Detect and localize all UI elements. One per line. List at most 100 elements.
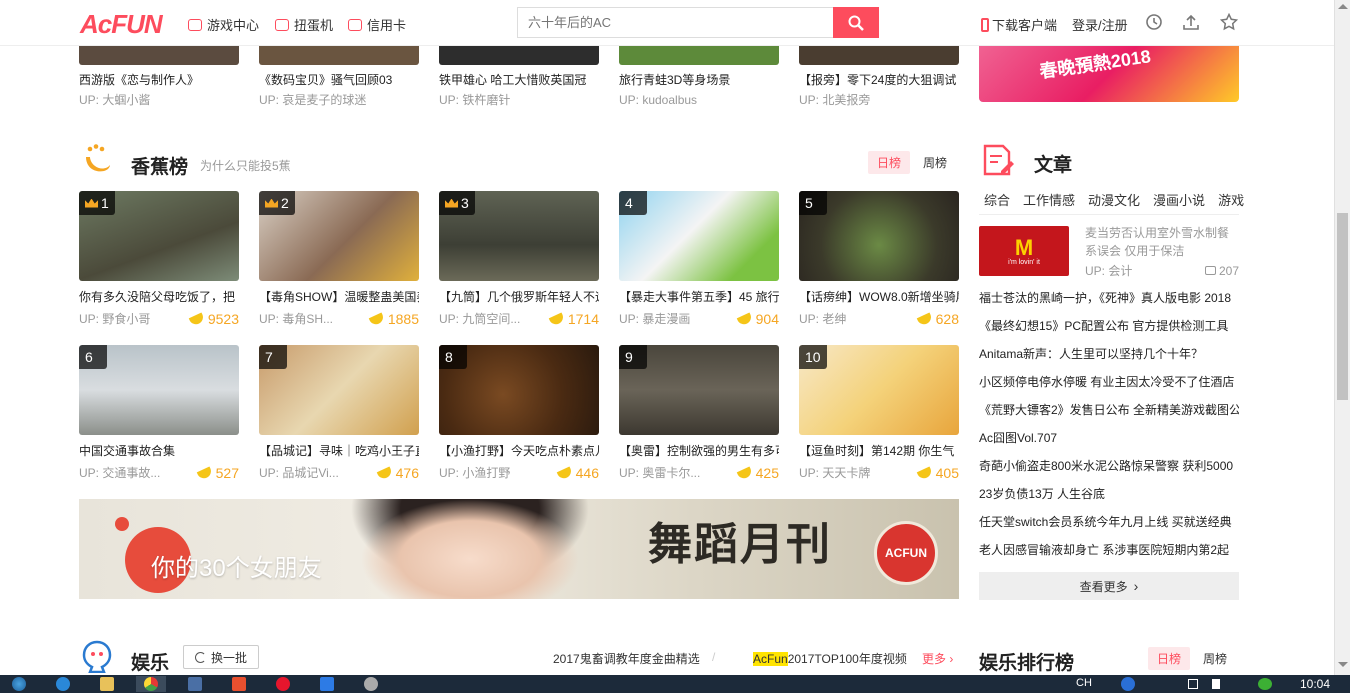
video-thumbnail[interactable]: 7 <box>259 345 419 435</box>
nav-game-center[interactable]: 游戏中心 <box>188 15 259 34</box>
article-item[interactable]: 福士苍汰的黑崎一护，《死神》真人版电影 2018 <box>979 288 1239 316</box>
article-author[interactable]: UP: 会计 <box>1085 262 1132 279</box>
video-title[interactable]: 西游版《恋与制作人》 <box>79 72 239 88</box>
ranked-video-card[interactable]: 5 【话痨绅】WOW8.0新增坐骑展 UP: 老绅 628 <box>799 191 959 327</box>
video-title[interactable]: 【暴走大事件第五季】45 旅行 <box>619 289 779 305</box>
video-thumbnail[interactable] <box>799 46 959 65</box>
network-icon[interactable] <box>1188 679 1198 689</box>
mcdonalds-thumbnail[interactable]: M i'm lovin' it <box>979 226 1069 276</box>
help-icon[interactable] <box>1121 677 1135 691</box>
video-thumbnail[interactable]: 10 <box>799 345 959 435</box>
video-uploader[interactable]: UP: 九筒空间... <box>439 311 520 327</box>
video-thumbnail[interactable]: 4 <box>619 191 779 281</box>
video-uploader[interactable]: UP: 交通事故... <box>79 465 160 481</box>
video-title[interactable]: 中国交通事故合集 <box>79 443 239 459</box>
featured-article[interactable]: M i'm lovin' it 麦当劳否认用室外雪水制餐系误会 仅用于保洁 UP… <box>979 226 1239 280</box>
tab-weekly[interactable]: 周榜 <box>914 151 956 174</box>
spring-festival-banner[interactable]: 春晚預熱2018 <box>979 46 1239 102</box>
video-uploader[interactable]: UP: kudoalbus <box>619 92 779 108</box>
star-favorite-icon[interactable] <box>1220 13 1238 31</box>
article-item[interactable]: Ac囧图Vol.707 <box>979 428 1239 456</box>
video-title[interactable]: 【话痨绅】WOW8.0新增坐骑展 <box>799 289 959 305</box>
video-thumbnail[interactable]: 8 <box>439 345 599 435</box>
vertical-scrollbar[interactable] <box>1334 0 1350 675</box>
tab-daily[interactable]: 日榜 <box>868 151 911 174</box>
video-uploader[interactable]: UP: 大蝈小酱 <box>79 92 239 108</box>
video-title[interactable]: 铁甲雄心 哈工大惜败英国冠 <box>439 72 599 88</box>
tab-games[interactable]: 游戏 <box>1218 190 1244 209</box>
video-title[interactable]: 【奥雷】控制欲强的男生有多可 <box>619 443 779 459</box>
video-uploader[interactable]: UP: 老绅 <box>799 311 846 327</box>
weibo-icon[interactable] <box>268 676 298 692</box>
video-thumbnail[interactable]: 1 <box>79 191 239 281</box>
upload-icon[interactable] <box>1182 13 1200 31</box>
video-card[interactable]: 旅行青蛙3D等身场景 UP: kudoalbus <box>619 46 779 108</box>
video-title[interactable]: 【品城记】寻味｜吃鸡小王子直 <box>259 443 419 459</box>
video-title[interactable]: 【小渔打野】今天吃点朴素点儿 <box>439 443 599 459</box>
tab-work-emotion[interactable]: 工作情感 <box>1023 190 1075 209</box>
scroll-up-arrow-icon[interactable] <box>1338 4 1348 9</box>
video-thumbnail[interactable] <box>619 46 779 65</box>
search-input[interactable] <box>517 7 833 38</box>
video-title[interactable]: 【报旁】零下24度的大狙调试 <box>799 72 959 88</box>
view-more-button[interactable]: 查看更多 › <box>979 572 1239 600</box>
video-thumbnail[interactable] <box>79 46 239 65</box>
featured-article-title[interactable]: 麦当劳否认用室外雪水制餐系误会 仅用于保洁 <box>1085 224 1239 260</box>
login-register-link[interactable]: 登录/注册 <box>1072 15 1128 34</box>
scroll-down-arrow-icon[interactable] <box>1338 662 1348 667</box>
article-item[interactable]: 23岁负债13万 人生谷底 <box>979 484 1239 512</box>
input-language[interactable]: CH <box>1076 677 1092 689</box>
video-uploader[interactable]: UP: 北美报旁 <box>799 92 959 108</box>
ranked-video-card[interactable]: 4 【暴走大事件第五季】45 旅行 UP: 暴走漫画 904 <box>619 191 779 327</box>
article-item[interactable]: 《荒野大镖客2》发售日公布 全新精美游戏截图公 <box>979 400 1239 428</box>
nav-credit-card[interactable]: 信用卡 <box>348 15 406 34</box>
video-uploader[interactable]: UP: 暴走漫画 <box>619 311 690 327</box>
video-title[interactable]: 【毒角SHOW】温暖整蛊美国养 <box>259 289 419 305</box>
search-button[interactable] <box>833 7 879 38</box>
history-clock-icon[interactable] <box>1145 13 1163 31</box>
settings-gear-icon[interactable] <box>356 676 386 692</box>
article-item[interactable]: 小区频停电停水停暖 有业主因太冷受不了住酒店 <box>979 372 1239 400</box>
video-thumbnail[interactable]: 2 <box>259 191 419 281</box>
article-item[interactable]: 老人因感冒输液却身亡 系涉事医院短期内第2起 <box>979 540 1239 568</box>
ranked-video-card[interactable]: 2 【毒角SHOW】温暖整蛊美国养 UP: 毒角SH... 1885 <box>259 191 419 327</box>
tab-daily[interactable]: 日榜 <box>1148 647 1191 670</box>
article-item[interactable]: Anitama新声：人生里可以坚持几个十年？ <box>979 344 1239 372</box>
video-uploader[interactable]: UP: 毒角SH... <box>259 311 333 327</box>
swap-batch-button[interactable]: 换一批 <box>183 645 259 669</box>
app-icon[interactable] <box>180 676 210 692</box>
start-button[interactable] <box>4 676 34 692</box>
promo-link[interactable]: 2017鬼畜调教年度金曲精选 <box>553 650 700 667</box>
video-title[interactable]: 你有多久没陪父母吃饭了，把 <box>79 289 239 305</box>
video-uploader[interactable]: UP: 奥雷卡尔... <box>619 465 700 481</box>
tab-weekly[interactable]: 周榜 <box>1194 647 1236 670</box>
article-item[interactable]: 《最终幻想15》PC配置公布 官方提供检测工具 <box>979 316 1239 344</box>
video-uploader[interactable]: UP: 野食小哥 <box>79 311 150 327</box>
app-icon[interactable] <box>312 676 342 692</box>
chrome-browser-icon[interactable] <box>136 676 166 692</box>
more-link[interactable]: 更多 › <box>922 650 953 667</box>
video-thumbnail[interactable] <box>439 46 599 65</box>
video-thumbnail[interactable]: 5 <box>799 191 959 281</box>
promo-link[interactable]: AcFun2017TOP100年度视频 <box>753 650 907 667</box>
video-uploader[interactable]: UP: 小渔打野 <box>439 465 510 481</box>
nav-gacha[interactable]: 扭蛋机 <box>275 15 333 34</box>
video-thumbnail[interactable] <box>259 46 419 65</box>
tab-general[interactable]: 综合 <box>984 190 1010 209</box>
wechat-icon[interactable] <box>1258 678 1272 690</box>
video-card[interactable]: 【报旁】零下24度的大狙调试 UP: 北美报旁 <box>799 46 959 108</box>
video-uploader[interactable]: UP: 哀是麦子的球迷 <box>259 92 419 108</box>
download-client-link[interactable]: 下载客户端 <box>981 15 1057 34</box>
volume-icon[interactable] <box>1212 679 1220 689</box>
ranked-video-card[interactable]: 3 【九筒】几个俄罗斯年轻人不远 UP: 九筒空间... 1714 <box>439 191 599 327</box>
video-uploader[interactable]: UP: 天天卡牌 <box>799 465 870 481</box>
ranked-video-card[interactable]: 7 【品城记】寻味｜吃鸡小王子直 UP: 品城记Vi... 476 <box>259 345 419 481</box>
video-thumbnail[interactable]: 6 <box>79 345 239 435</box>
ranked-video-card[interactable]: 8 【小渔打野】今天吃点朴素点儿 UP: 小渔打野 446 <box>439 345 599 481</box>
video-title[interactable]: 【逗鱼时刻】第142期 你生气 <box>799 443 959 459</box>
tab-anime-culture[interactable]: 动漫文化 <box>1088 190 1140 209</box>
video-title[interactable]: 旅行青蛙3D等身场景 <box>619 72 779 88</box>
ranked-video-card[interactable]: 6 中国交通事故合集 UP: 交通事故... 527 <box>79 345 239 481</box>
ie-browser-icon[interactable] <box>48 676 78 692</box>
app-icon[interactable] <box>224 676 254 692</box>
